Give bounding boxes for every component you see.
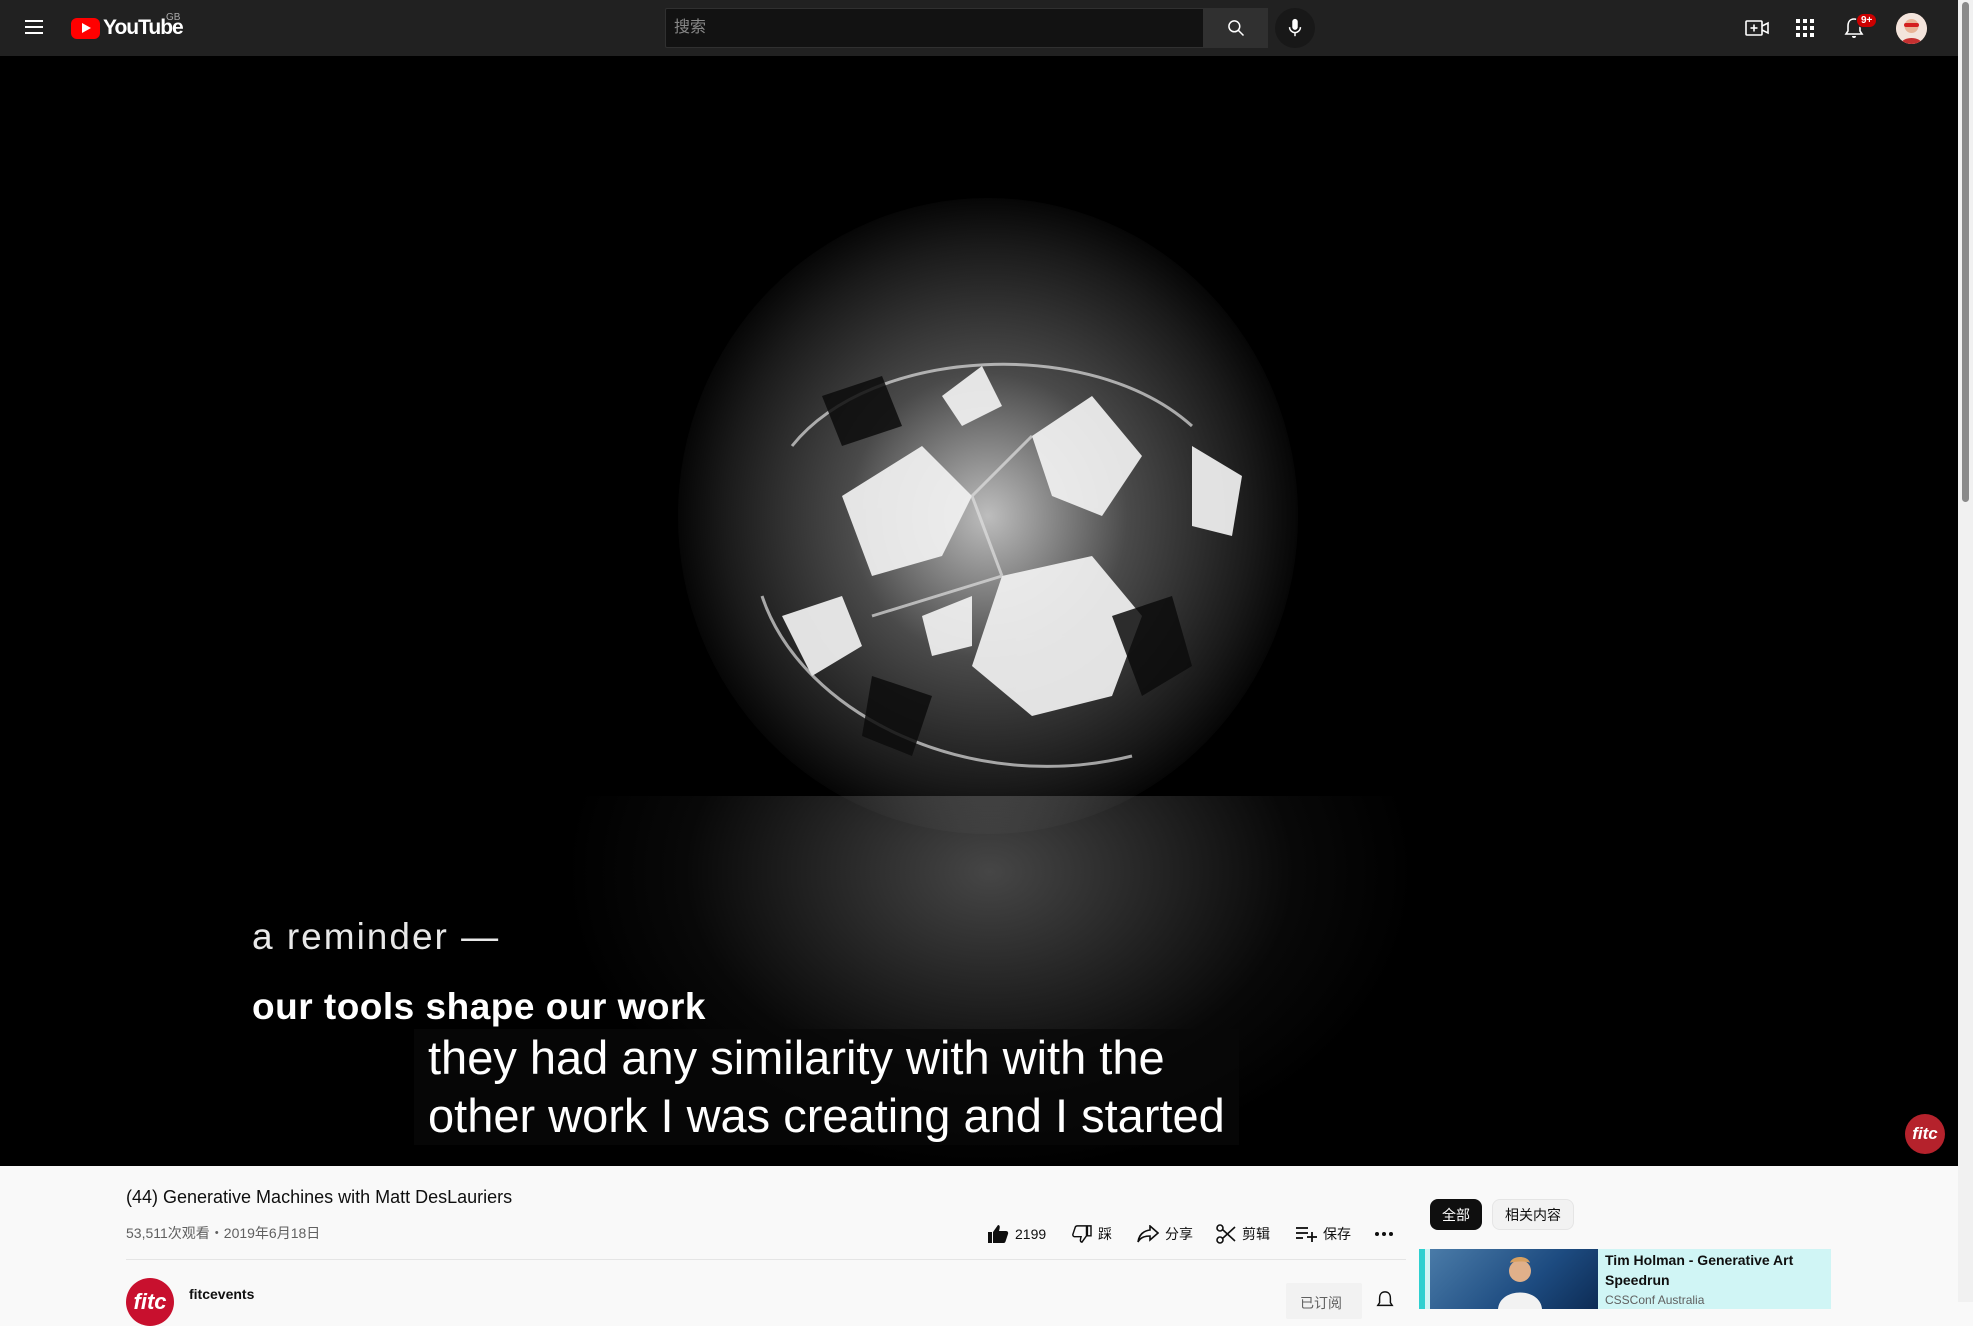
recommendation-title[interactable]: Tim Holman - Generative Art Speedrun	[1605, 1250, 1825, 1290]
slide-text-reminder: a reminder —	[252, 916, 501, 957]
video-player[interactable]: a reminder — our tools shape our work th…	[0, 56, 1958, 1166]
channel-watermark[interactable]: fitc	[1905, 1114, 1945, 1154]
search-button[interactable]	[1204, 8, 1268, 48]
voice-search-button[interactable]	[1275, 8, 1315, 48]
scrollbar-thumb[interactable]	[1962, 2, 1969, 502]
playlist-add-icon	[1296, 1227, 1317, 1242]
thumbs-up-icon	[988, 1225, 1009, 1243]
apps-button[interactable]	[1793, 16, 1817, 40]
notification-badge: 9+	[1856, 13, 1878, 28]
video-title: (44) Generative Machines with Matt DesLa…	[126, 1187, 513, 1207]
youtube-play-icon	[71, 17, 100, 39]
speaker-figure-image	[1498, 1257, 1542, 1309]
region-code: GB	[166, 12, 181, 23]
caption-line-2: other work I was creating and I started	[428, 1089, 1225, 1142]
save-button[interactable]: 保存	[1295, 1224, 1351, 1244]
search-bar	[665, 8, 1268, 48]
video-camera-plus-icon	[1745, 20, 1769, 36]
top-bar: YouTube GB 9+	[0, 0, 1958, 56]
subscribed-button[interactable]: 已订阅	[1286, 1283, 1362, 1319]
create-button[interactable]	[1745, 16, 1769, 40]
dislike-button[interactable]: 踩	[1072, 1224, 1112, 1244]
microphone-icon	[1288, 18, 1302, 37]
slide-text-tools: our tools shape our work	[252, 986, 706, 1027]
user-avatar-icon	[1896, 13, 1927, 44]
share-arrow-icon	[1137, 1225, 1159, 1243]
like-button[interactable]: 2199	[987, 1224, 1046, 1244]
thumbs-down-icon	[1072, 1225, 1092, 1243]
crystal-sphere-artwork	[678, 198, 1298, 834]
channel-avatar[interactable]: fitc	[126, 1278, 174, 1326]
clip-button[interactable]: 剪辑	[1216, 1224, 1270, 1244]
share-button[interactable]: 分享	[1137, 1224, 1193, 1244]
subtitle-caption: they had any similarity with with the ot…	[414, 1029, 1239, 1145]
hamburger-menu-icon[interactable]	[22, 16, 46, 40]
channel-name[interactable]: fitcevents	[189, 1286, 254, 1302]
save-label: 保存	[1323, 1226, 1351, 1242]
search-input[interactable]	[665, 8, 1204, 48]
recommendation-highlight-bar	[1419, 1249, 1425, 1309]
bell-icon	[1376, 1291, 1394, 1307]
share-label: 分享	[1165, 1226, 1193, 1242]
recommendation-thumbnail[interactable]	[1430, 1249, 1598, 1309]
chip-related[interactable]: 相关内容	[1492, 1199, 1574, 1230]
apps-grid-icon	[1796, 19, 1814, 37]
chip-all[interactable]: 全部	[1430, 1199, 1482, 1230]
recommendation-channel: CSSConf Australia	[1605, 1293, 1705, 1307]
account-avatar[interactable]	[1896, 13, 1927, 44]
more-horizontal-icon	[1375, 1232, 1393, 1236]
video-meta: 53,511次观看・2019年6月18日	[126, 1225, 321, 1241]
clip-label: 剪辑	[1242, 1226, 1270, 1242]
scissors-icon	[1216, 1224, 1236, 1244]
info-divider	[126, 1259, 1406, 1260]
dislike-label: 踩	[1098, 1226, 1112, 1242]
search-icon	[1228, 20, 1245, 37]
caption-line-1: they had any similarity with with the	[428, 1031, 1165, 1084]
channel-notification-button[interactable]	[1376, 1290, 1396, 1310]
like-count: 2199	[1015, 1226, 1047, 1242]
more-actions-button[interactable]	[1375, 1232, 1393, 1236]
